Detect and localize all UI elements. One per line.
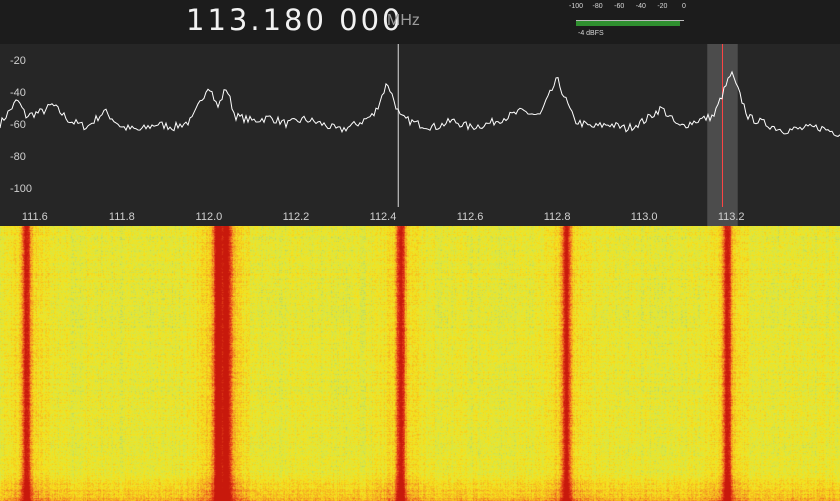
- x-tick-label: 112.6: [457, 211, 484, 223]
- x-tick-label: 112.8: [544, 211, 571, 223]
- frequency-display[interactable]: 113.180 000: [186, 3, 404, 37]
- x-tick-label: 113.0: [631, 211, 658, 223]
- level-meter-readout: -4 dBFS: [578, 30, 604, 37]
- level-meter-tick-label: -60: [614, 3, 625, 10]
- level-meter-tick-label: -100: [568, 3, 584, 10]
- frequency-unit-label: MHz: [387, 12, 420, 29]
- y-tick-label: -20: [10, 55, 26, 67]
- x-tick-label: 113.2: [718, 211, 745, 223]
- spectrum-chart[interactable]: -20 -40 -60 -80 -100 111.6 111.8 112.0 112.2 112.…: [0, 44, 840, 226]
- level-meter: -100 -80 -60 -40 -20 0 -4 dBFS: [568, 3, 698, 39]
- level-meter-bar: [576, 21, 680, 26]
- x-tick-label: 112.0: [196, 211, 223, 223]
- frequency-header: 113.180 000 MHz -100 -80 -60 -40 -20 0 -4 dBF…: [0, 0, 840, 44]
- level-meter-tick-label: 0: [682, 3, 686, 10]
- level-meter-tick-label: -40: [635, 3, 646, 10]
- x-tick-label: 112.2: [283, 211, 310, 223]
- y-tick-label: -80: [10, 151, 26, 163]
- level-meter-tick-label: -80: [592, 3, 603, 10]
- level-meter-scale: [576, 14, 684, 21]
- y-tick-label: -40: [10, 87, 26, 99]
- x-tick-label: 111.6: [22, 211, 48, 223]
- level-meter-tick-label: -20: [657, 3, 668, 10]
- x-tick-label: 111.8: [109, 211, 135, 223]
- y-tick-label: -60: [10, 119, 26, 131]
- x-tick-label: 112.4: [370, 211, 397, 223]
- spectrum-panel[interactable]: -20 -40 -60 -80 -100 111.6 111.8 112.0 112.2 112.…: [0, 44, 840, 226]
- y-tick-label: -100: [10, 183, 32, 195]
- waterfall-display[interactable]: [0, 226, 840, 501]
